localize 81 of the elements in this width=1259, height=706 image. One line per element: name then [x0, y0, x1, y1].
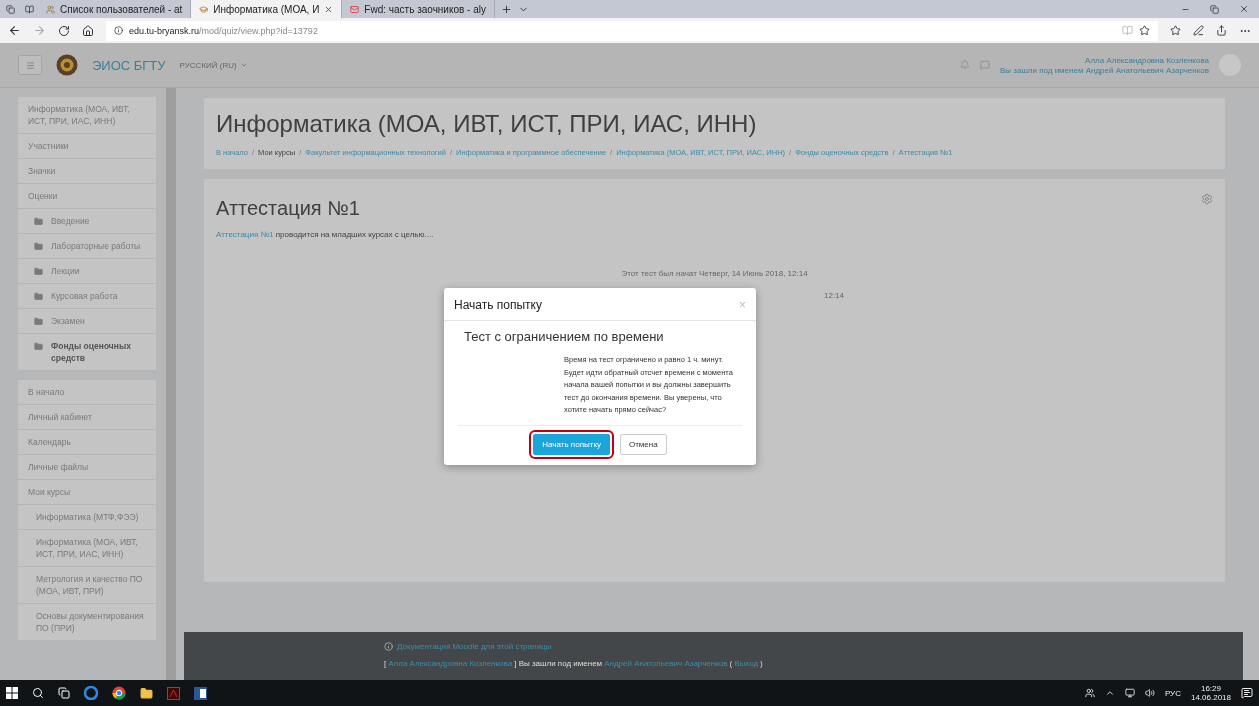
- dialog-heading: Тест с ограничением по времени: [464, 329, 665, 344]
- clock-date[interactable]: 14.06.2018: [1190, 693, 1231, 702]
- footer-link[interactable]: Андрей Анатольевич Азарченков: [604, 659, 728, 668]
- footer-text: (: [729, 659, 733, 668]
- time-text: 12:14: [824, 291, 845, 300]
- windows-icon[interactable]: [6, 687, 18, 699]
- logo-icon: [56, 54, 78, 76]
- footer-text: ): [760, 659, 763, 668]
- address-bar[interactable]: edu.tu-bryansk.ru/mod/quiz/view.php?id=13792: [106, 20, 1158, 41]
- course-title: Информатика (МОА, ИВТ, ИСТ, ПРИ, ИАС, ИНН): [216, 110, 758, 138]
- refresh-icon[interactable]: [58, 24, 70, 37]
- info-icon: [384, 642, 393, 651]
- footer-text: [: [384, 659, 387, 668]
- url-text: edu.tu-bryansk.ru/mod/quiz/view.php?id=13792: [129, 25, 318, 36]
- quiz-link[interactable]: Аттестация №1: [216, 230, 274, 239]
- notification-icon[interactable]: [1241, 687, 1253, 699]
- chrome-icon[interactable]: [112, 686, 126, 700]
- pen-icon[interactable]: [1193, 25, 1204, 36]
- volume-icon[interactable]: [1144, 688, 1155, 698]
- star-icon[interactable]: [1139, 25, 1150, 36]
- language-indicator[interactable]: РУС: [1164, 688, 1181, 698]
- footer-link[interactable]: Выход: [734, 659, 759, 668]
- quiz-title: Аттестация №1: [216, 197, 360, 220]
- nav-item[interactable]: Мои курсы: [18, 480, 156, 505]
- graduation-cap-icon: [199, 4, 209, 14]
- folder-icon: [34, 267, 43, 276]
- back-icon[interactable]: [8, 24, 21, 37]
- folder-icon: [34, 217, 43, 226]
- quiz-intro: Аттестация №1 проводится на младших курсах с целью....: [216, 230, 435, 239]
- nav-item[interactable]: Лабораторные работы: [18, 234, 156, 259]
- user-name[interactable]: Алла Александровна Козленкова: [1085, 55, 1209, 65]
- dialog-title: Начать попытку: [454, 298, 542, 312]
- nav-item[interactable]: Фонды оценочных средств: [18, 334, 156, 371]
- nav-item[interactable]: Метрология и качество ПО (МОА, ИВТ, ПРИ): [18, 567, 156, 604]
- folder-icon: [34, 242, 43, 251]
- close-icon[interactable]: [324, 4, 334, 14]
- share-icon[interactable]: [1216, 25, 1227, 36]
- favorites-icon[interactable]: [1170, 25, 1181, 36]
- pdf-icon[interactable]: [167, 686, 180, 700]
- cancel-button[interactable]: Отмена: [620, 433, 667, 455]
- footer-link[interactable]: Алла Александровна Козленкова: [388, 659, 513, 668]
- started-text: Этот тест был начат Четверг, 14 Июнь 2018, 12:14: [620, 269, 809, 278]
- login-as-text: Вы зашли под именем Андрей Анатольевич Азарченков: [999, 65, 1209, 75]
- nav-item[interactable]: Лекции: [18, 259, 156, 284]
- nav-item[interactable]: Личный кабинет: [18, 405, 156, 430]
- nav-item[interactable]: Календарь: [18, 430, 156, 455]
- nav-item[interactable]: Курсовая работа: [18, 284, 156, 309]
- nav-item[interactable]: Введение: [18, 209, 156, 234]
- folder-icon: [34, 342, 43, 351]
- footer-text: ] Вы зашли под именем: [514, 659, 603, 668]
- docs-link[interactable]: Документация Moodle для этой страницы: [397, 642, 552, 651]
- nav-item[interactable]: Участники: [18, 134, 156, 159]
- close-button[interactable]: ×: [739, 298, 746, 312]
- info-icon: [114, 26, 123, 35]
- nav-item[interactable]: Значки: [18, 159, 156, 184]
- nav-item[interactable]: Основы документирования ПО (ПРИ): [18, 604, 156, 641]
- folder-icon: [34, 292, 43, 301]
- nav-item[interactable]: Информатика (МОА, ИВТ, ИСТ, ПРИ, ИАС, ИНН): [18, 530, 156, 567]
- nav-item[interactable]: Личные файлы: [18, 455, 156, 480]
- nav-item[interactable]: Экзамен: [18, 309, 156, 334]
- caret-icon: [239, 61, 248, 69]
- chevron-up-icon[interactable]: [1104, 688, 1115, 698]
- mail-icon: [350, 4, 360, 14]
- nav-item[interactable]: Оценки: [18, 184, 156, 209]
- scrollbar[interactable]: [166, 88, 176, 680]
- people-icon[interactable]: [1084, 688, 1095, 698]
- nav-item[interactable]: Информатика (МОА, ИВТ, ИСТ, ПРИ, ИАС, ИНН): [18, 97, 156, 134]
- site-brand[interactable]: ЭИОС БГТУ: [92, 57, 166, 73]
- task-view-icon[interactable]: [58, 687, 70, 699]
- browser-tab[interactable]: Информатика (МОА, И: [191, 0, 343, 18]
- word-icon[interactable]: [194, 686, 207, 700]
- folder-icon[interactable]: [140, 686, 153, 700]
- network-icon[interactable]: [1124, 688, 1135, 698]
- folder-icon: [34, 317, 43, 326]
- search-icon[interactable]: [32, 687, 44, 699]
- nav-item[interactable]: Информатика (МТФ,ФЭЭ): [18, 505, 156, 530]
- language-menu[interactable]: РУССКИЙ (RU): [179, 60, 248, 70]
- menu-icon: [25, 60, 35, 70]
- clock-time[interactable]: 16:29: [1200, 684, 1221, 693]
- nav-item[interactable]: В начало: [18, 380, 156, 405]
- home-icon[interactable]: [82, 24, 94, 37]
